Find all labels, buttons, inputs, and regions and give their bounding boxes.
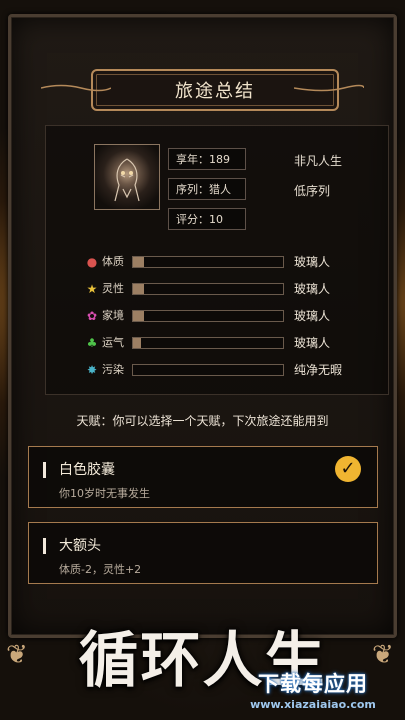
watermark-url: www.xiazaiaiao.com	[250, 698, 376, 711]
talent-card[interactable]: 大额头 体质-2，灵性+2	[28, 522, 378, 584]
stat-value: 纯净无暇	[294, 363, 343, 377]
brain-icon: ✿	[86, 309, 98, 323]
card-accent	[43, 462, 46, 478]
sequence-field: 序列：猎人	[168, 178, 246, 200]
stat-label: 灵性	[102, 282, 124, 295]
checkmark-icon[interactable]: ✓	[335, 456, 361, 482]
virus-icon: ✸	[86, 363, 98, 377]
stat-bar	[132, 364, 284, 376]
muscle-icon: ●	[86, 255, 98, 269]
talent-name: 大额头	[59, 538, 101, 554]
stat-label: 体质	[102, 255, 124, 268]
stat-bar	[132, 283, 284, 295]
flourish-left-icon	[41, 84, 111, 92]
talent-hint: 天赋：你可以选择一个天赋，下次旅途还能用到	[76, 414, 329, 428]
monster-portrait-icon	[114, 158, 140, 202]
stat-label: 运气	[102, 336, 124, 349]
sequence-level-label: 低序列	[294, 184, 331, 198]
flourish-right-icon	[294, 84, 364, 92]
stat-value: 玻璃人	[294, 309, 331, 323]
watermark-logo: 下载每应用 www.xiazaiaiao.com	[225, 670, 401, 716]
stat-value: 玻璃人	[294, 255, 331, 269]
clover-icon: ♣	[86, 336, 98, 350]
card-accent	[43, 538, 46, 554]
age-field: 享年：189	[168, 148, 246, 170]
stat-label: 污染	[102, 363, 124, 376]
watermark-text: 下载每应用	[258, 672, 368, 696]
stat-label: 家境	[102, 309, 124, 322]
rank-label: 非凡人生	[294, 154, 343, 168]
stat-value: 玻璃人	[294, 282, 331, 296]
stat-value: 玻璃人	[294, 336, 331, 350]
info-box: 享年：189 序列：猎人 评分：10 非凡人生 低序列 ● 体质 玻璃人 ★ 灵…	[45, 125, 389, 395]
stat-bar	[132, 310, 284, 322]
stat-bar	[132, 337, 284, 349]
stat-fill	[133, 311, 144, 321]
stat-fill	[133, 284, 144, 294]
stat-fill	[133, 338, 141, 348]
talent-name: 白色胶囊	[59, 462, 115, 478]
stat-fill	[133, 257, 144, 267]
stat-bar	[132, 256, 284, 268]
score-field: 评分：10	[168, 208, 246, 230]
talent-desc: 你10岁时无事发生	[59, 487, 150, 500]
avatar	[94, 144, 160, 210]
page-title: 旅途总结	[175, 81, 255, 102]
talent-card-selected[interactable]: 白色胶囊 你10岁时无事发生 ✓	[28, 446, 378, 508]
talent-desc: 体质-2，灵性+2	[59, 563, 142, 576]
star-icon: ★	[86, 282, 98, 296]
